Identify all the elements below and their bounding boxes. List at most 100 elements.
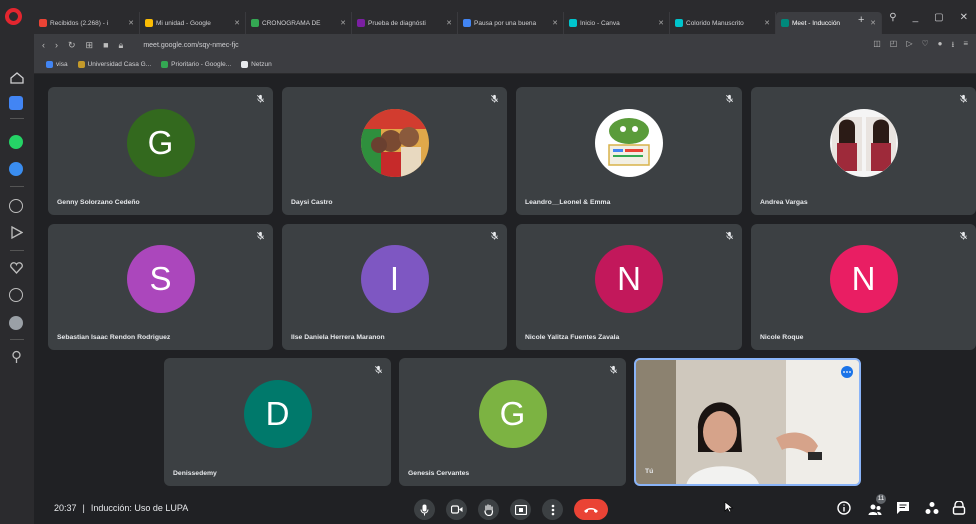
participant-photo	[595, 109, 663, 177]
participant-tile[interactable]: I Ilse Daniela Herrera Maranon	[282, 224, 507, 350]
flow-icon[interactable]: ▷	[906, 39, 912, 53]
maximize-button[interactable]: ▢	[934, 12, 943, 23]
tab-label: Prueba de diagnósti	[368, 19, 426, 27]
location-pin-icon[interactable]	[11, 350, 22, 364]
participant-tile[interactable]: D Denissedemy	[164, 358, 391, 486]
browser-tab[interactable]: Pausa por una buena ✕	[458, 12, 564, 34]
participant-avatar: G	[126, 109, 195, 177]
close-window-button[interactable]: ✕	[960, 12, 968, 23]
self-video-tile[interactable]: Tú	[634, 358, 861, 486]
favorites-sidebar-icon[interactable]	[10, 262, 23, 274]
bookmark-item[interactable]: Netzun	[241, 61, 272, 68]
browser-tab[interactable]: Inicio - Canva ✕	[564, 12, 670, 34]
mouse-cursor-icon	[724, 501, 734, 513]
profile-icon[interactable]: ●	[938, 39, 943, 53]
browser-tab[interactable]: Prueba de diagnósti ✕	[352, 12, 458, 34]
screen-share-icon[interactable]: ◫	[873, 39, 881, 53]
activities-icon[interactable]	[925, 501, 939, 515]
participant-name: Genny Solorzano Cedeño	[57, 199, 140, 206]
tab-close-icon[interactable]: ✕	[552, 19, 558, 27]
meet-view: G Genny Solorzano Cedeño Daysi Castro Leand…	[34, 75, 976, 524]
bookmark-icon	[46, 61, 53, 68]
microphone-button[interactable]	[414, 499, 435, 520]
menu-icon[interactable]: ≡	[963, 39, 968, 53]
participant-tile[interactable]: Daysi Castro	[282, 87, 507, 215]
history-sidebar-icon[interactable]	[9, 288, 23, 302]
forward-icon[interactable]: ›	[55, 40, 58, 50]
hang-up-icon	[584, 507, 598, 513]
participant-tile[interactable]: N Nicole Roque	[751, 224, 976, 350]
tab-close-icon[interactable]: ✕	[658, 19, 664, 27]
present-icon	[514, 504, 527, 515]
home-icon[interactable]	[10, 72, 24, 84]
tab-close-icon[interactable]: ✕	[234, 19, 240, 27]
tab-close-icon[interactable]: ✕	[764, 19, 770, 27]
tab-close-icon[interactable]: ✕	[870, 19, 876, 27]
window-controls: ⚲ _ ▢ ✕	[889, 12, 968, 23]
url-field[interactable]: meet.google.com/sqy-nmec-fjc	[143, 42, 238, 49]
bookmark-icon	[161, 61, 169, 68]
reload-icon[interactable]: ↻	[68, 40, 76, 51]
back-icon[interactable]: ‹	[42, 40, 45, 50]
snapshot-icon[interactable]: ◰	[890, 39, 898, 53]
flow-sidebar-icon[interactable]	[10, 226, 23, 239]
participant-tile[interactable]: S Sebastian Isaac Rendon Rodriguez	[48, 224, 273, 350]
participant-tile[interactable]: G Genny Solorzano Cedeño	[48, 87, 273, 215]
participant-tile[interactable]: Leandro__Leonel & Emma	[516, 87, 742, 215]
browser-tab[interactable]: CRONOGRAMA DE ✕	[246, 12, 352, 34]
participant-tile[interactable]: G Genesis Cervantes	[399, 358, 626, 486]
leave-call-button[interactable]	[574, 499, 608, 520]
raise-hand-button[interactable]	[478, 499, 499, 520]
meeting-separator: |	[82, 503, 85, 513]
tab-favicon-icon	[569, 19, 577, 27]
new-tab-button[interactable]: +	[858, 14, 864, 26]
tab-close-icon[interactable]: ✕	[446, 19, 452, 27]
whatsapp-icon[interactable]	[9, 135, 23, 149]
bookmark-item[interactable]: visa	[46, 61, 68, 68]
chat-icon[interactable]	[896, 501, 910, 515]
bookmark-label: Netzun	[251, 61, 272, 68]
participant-count-badge: 11	[876, 494, 886, 504]
participant-tile[interactable]: N Nicole Yalitza Fuentes Zavala	[516, 224, 742, 350]
participant-name: Tú	[645, 468, 654, 475]
snapshot-sidebar-icon[interactable]	[9, 199, 23, 213]
present-screen-button[interactable]	[510, 499, 531, 520]
bookmark-item[interactable]: Universidad Casa G...	[77, 61, 151, 68]
tab-close-icon[interactable]: ✕	[340, 19, 346, 27]
tab-favicon-icon	[781, 19, 789, 27]
muted-mic-icon	[257, 231, 264, 240]
tab-favicon-icon	[675, 19, 683, 27]
participant-avatar: N	[829, 245, 898, 313]
heart-icon[interactable]: ♡	[922, 39, 929, 53]
browser-tab[interactable]: Recibidos (2.268) - i ✕	[34, 12, 140, 34]
participant-avatar: D	[243, 380, 312, 448]
tab-label: Pausa por una buena	[474, 19, 537, 27]
opera-logo-icon[interactable]	[5, 8, 22, 25]
tab-label: CRONOGRAMA DE	[262, 19, 321, 27]
download-icon[interactable]: ⭳	[952, 39, 955, 53]
speed-dial-icon[interactable]: ⊞	[86, 40, 94, 51]
more-options-button[interactable]	[542, 499, 563, 520]
participant-tile[interactable]: Andrea Vargas	[751, 87, 976, 215]
settings-sidebar-icon[interactable]	[9, 316, 23, 330]
browser-tab[interactable]: Colorido Manuscrito ✕	[670, 12, 776, 34]
minimize-button[interactable]: _	[913, 12, 919, 23]
meeting-details-icon[interactable]	[837, 501, 851, 515]
browser-tab[interactable]: Mi unidad - Google ✕	[140, 12, 246, 34]
camera-indicator-icon[interactable]: ■	[103, 40, 108, 50]
camera-button[interactable]	[446, 499, 467, 520]
people-button[interactable]: 11	[864, 494, 886, 519]
tab-label: Mi unidad - Google	[156, 19, 211, 27]
participant-avatar: G	[478, 380, 547, 448]
speed-dial-sidebar-icon[interactable]	[9, 96, 23, 110]
participant-avatar: I	[360, 245, 429, 313]
participant-photo	[360, 109, 429, 177]
messenger-icon[interactable]	[9, 162, 23, 176]
host-controls-icon[interactable]	[952, 501, 966, 515]
browser-tab[interactable]: Meet - Inducción ✕	[776, 12, 882, 34]
search-tabs-button[interactable]: ⚲	[889, 12, 896, 23]
bookmark-item[interactable]: Prioritario - Google...	[161, 61, 231, 68]
tab-list: Recibidos (2.268) - i ✕ Mi unidad - Google…	[34, 12, 882, 34]
tab-favicon-icon	[357, 19, 365, 27]
tab-close-icon[interactable]: ✕	[128, 19, 134, 27]
